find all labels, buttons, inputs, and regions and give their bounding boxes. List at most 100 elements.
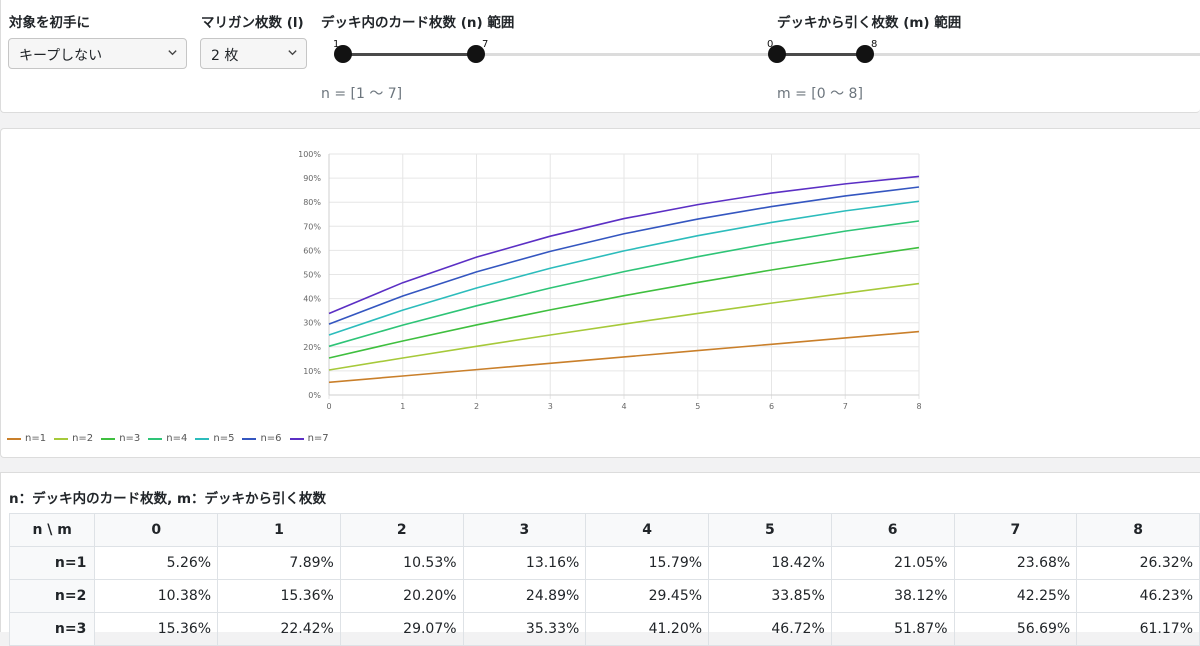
m-range-label: デッキから引く枚数 (m) 範囲: [777, 15, 962, 31]
legend-item[interactable]: n=4: [148, 433, 187, 444]
m-slider-selected-range: [777, 53, 865, 56]
table-title: n：デッキ内のカード枚数, m：デッキから引く枚数: [9, 491, 327, 507]
table-cell: 51.87%: [830, 612, 955, 646]
table-column-header: 0: [94, 513, 219, 547]
table-cell: 15.79%: [585, 546, 710, 580]
x-tick-label: 7: [843, 402, 848, 411]
table-column-header: 7: [953, 513, 1078, 547]
table-cell: 35.33%: [462, 612, 587, 646]
line-chart: 0% 10% 20% 30% 40% 50% 60% 70% 80% 90% 100% 0 1 2 3 4 5 6…: [298, 150, 921, 411]
y-tick-label: 40%: [303, 295, 321, 304]
n-range-slider[interactable]: 1 7: [333, 39, 769, 66]
table-cell: 5.26%: [94, 546, 219, 580]
x-tick-label: 2: [474, 402, 479, 411]
m-slider-max-value: 8: [871, 39, 878, 50]
y-tick-label: 10%: [303, 367, 321, 376]
table-row-header: n=1: [8, 546, 96, 580]
table-column-header: 6: [830, 513, 955, 547]
legend-label: n=6: [260, 433, 282, 444]
mulligan-select-value: 2 枚: [211, 48, 239, 64]
m-slider-min-value: 0: [767, 39, 774, 50]
table-row: n=1 5.26% 7.89% 10.53% 13.16% 15.79% 18.42% 21.…: [8, 546, 1200, 580]
n-range-label: デッキ内のカード枚数 (n) 範囲: [321, 15, 515, 31]
m-range-text: m = [0 〜 8]: [777, 86, 863, 102]
legend-label: n=4: [166, 433, 188, 444]
x-tick-label: 6: [769, 402, 774, 411]
table-corner-header: n \ m: [8, 513, 96, 547]
table-cell: 18.42%: [708, 546, 832, 580]
y-tick-label: 60%: [303, 246, 321, 255]
x-tick-label: 8: [916, 402, 921, 411]
y-tick-label: 80%: [303, 198, 321, 207]
mulligan-select[interactable]: 2 枚: [200, 38, 307, 69]
table-header-row: n \ m012345678: [8, 513, 1200, 547]
y-tick-label: 50%: [303, 271, 321, 280]
target-label: 対象を初手に: [9, 15, 90, 31]
n-slider-max-value: 7: [482, 39, 489, 50]
table-row-header: n=3: [8, 612, 96, 646]
table-cell: 29.07%: [339, 612, 464, 646]
chevron-down-icon: [288, 50, 297, 56]
legend-label: n=1: [25, 433, 47, 444]
table-column-header: 4: [585, 513, 710, 547]
table-cell: 61.17%: [1076, 612, 1200, 646]
n-slider-selected-range: [343, 53, 476, 56]
table-cell: 10.53%: [339, 546, 464, 580]
table-cell: 7.89%: [217, 546, 341, 580]
table-row: n=3 15.36% 22.42% 29.07% 35.33% 41.20% 46.72% 5…: [8, 612, 1200, 646]
chevron-down-icon: [168, 50, 177, 56]
table-panel: n：デッキ内のカード枚数, m：デッキから引く枚数 n \ m012345678…: [0, 472, 1200, 646]
table-cell: 23.68%: [953, 546, 1078, 580]
y-tick-label: 20%: [303, 343, 321, 352]
chart-panel: 0% 10% 20% 30% 40% 50% 60% 70% 80% 90% 100% 0 1 2 3 4 5 6…: [0, 128, 1200, 458]
y-tick-label: 100%: [298, 150, 321, 159]
legend-item[interactable]: n=1: [7, 433, 46, 444]
table-cell: 33.85%: [708, 579, 832, 613]
table-cell: 24.89%: [462, 579, 587, 613]
y-tick-label: 30%: [303, 319, 321, 328]
n-range-text: n = [1 〜 7]: [321, 86, 403, 102]
legend-item[interactable]: n=2: [54, 433, 93, 444]
legend-label: n=3: [119, 433, 141, 444]
legend-swatch: [289, 437, 304, 440]
table-cell: 15.36%: [217, 579, 341, 613]
legend-swatch: [7, 437, 21, 440]
m-range-slider[interactable]: 0 8: [767, 39, 1200, 66]
legend-label: n=5: [213, 433, 235, 444]
legend-item[interactable]: n=5: [195, 433, 234, 444]
table-cell: 46.23%: [1076, 579, 1200, 613]
table-column-header: 1: [217, 513, 341, 547]
controls-panel: 対象を初手に キープしない マリガン枚数 (l) 2 枚 デッキ内のカード枚数 …: [0, 0, 1200, 113]
target-select[interactable]: キープしない: [8, 38, 187, 69]
table-column-header: 2: [339, 513, 464, 547]
x-tick-label: 4: [621, 402, 626, 411]
legend-item[interactable]: n=6: [242, 433, 282, 444]
table-cell: 38.12%: [830, 579, 955, 613]
table-cell: 10.38%: [94, 579, 219, 613]
table-row-header: n=2: [8, 579, 96, 613]
legend-swatch: [242, 437, 257, 440]
table-cell: 42.25%: [953, 579, 1078, 613]
y-tick-label: 90%: [303, 174, 321, 183]
table-cell: 56.69%: [953, 612, 1078, 646]
legend-swatch: [101, 437, 116, 440]
table-cell: 29.45%: [585, 579, 710, 613]
legend-label: n=2: [72, 433, 94, 444]
probability-table: n \ m012345678 n=1 5.26% 7.89% 10.53% 13.16%…: [8, 513, 1200, 646]
legend-item[interactable]: n=7: [289, 433, 329, 444]
table-cell: 41.20%: [585, 612, 710, 646]
legend-label: n=7: [307, 433, 329, 444]
target-select-value: キープしない: [19, 48, 103, 64]
legend-swatch: [195, 437, 210, 440]
x-tick-label: 3: [548, 402, 553, 411]
table-cell: 22.42%: [217, 612, 341, 646]
legend-swatch: [148, 437, 163, 440]
x-tick-label: 5: [695, 402, 700, 411]
mulligan-label: マリガン枚数 (l): [201, 15, 304, 31]
legend-item[interactable]: n=3: [101, 433, 140, 444]
table-cell: 26.32%: [1076, 546, 1200, 580]
table-column-header: 5: [708, 513, 832, 547]
table-cell: 46.72%: [708, 612, 832, 646]
table-cell: 15.36%: [94, 612, 219, 646]
table-row: n=2 10.38% 15.36% 20.20% 24.89% 29.45% 33.85% 3…: [8, 579, 1200, 613]
